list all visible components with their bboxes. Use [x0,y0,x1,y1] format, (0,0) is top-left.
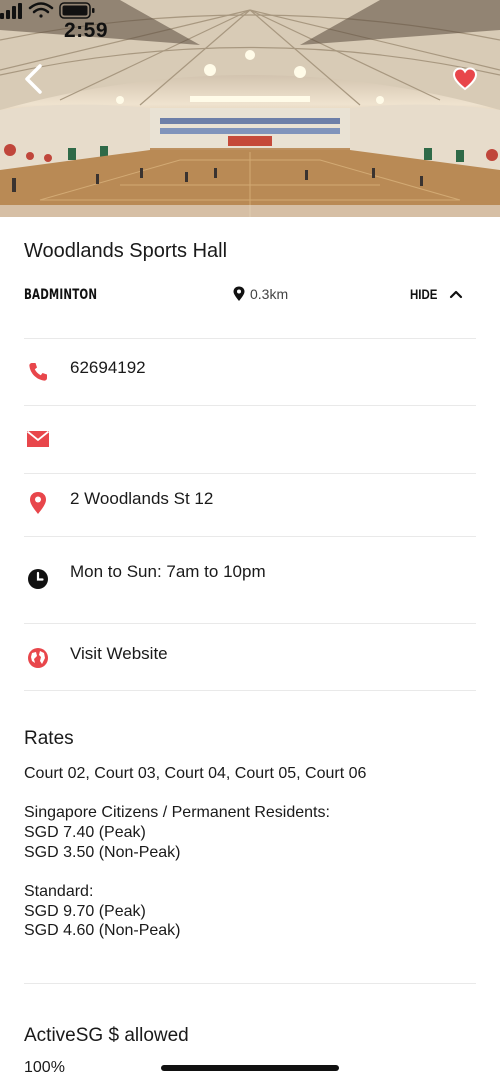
opening-hours-text: Mon to Sun: 7am to 10pm [70,562,266,581]
distance-value: 0.3km [250,286,289,302]
clock-icon [24,565,52,593]
citizens-offpeak-rate: SGD 3.50 (Non-Peak) [24,844,181,861]
phone-icon [24,358,52,386]
divider [24,405,476,406]
hide-label: HIDE [410,286,438,302]
wifi-icon [28,2,54,18]
divider [24,473,476,474]
sport-category: BADMINTON [24,287,98,303]
venue-name: Woodlands Sports Hall [24,240,228,262]
divider [24,690,476,691]
phone-row[interactable]: 62694192 [24,358,476,386]
favorite-button[interactable] [452,66,478,92]
divider [24,338,476,339]
battery-icon [59,2,95,19]
divider [24,623,476,624]
location-pin-icon [233,286,245,301]
venue-photo: 2:59 [0,0,500,217]
standard-rate-heading: Standard: [24,883,94,900]
rates-courts: Court 02, Court 03, Court 04, Court 05, … [24,765,367,782]
opening-hours-row: Mon to Sun: 7am to 10pm [24,562,476,593]
divider [24,983,476,984]
rates-heading: Rates [24,728,74,749]
citizens-peak-rate: SGD 7.40 (Peak) [24,824,146,841]
website-row[interactable]: Visit Website [24,644,476,672]
chevron-left-icon [25,64,42,94]
heart-icon [452,67,478,91]
standard-offpeak-rate: SGD 4.60 (Non-Peak) [24,922,181,939]
globe-icon [24,644,52,672]
mail-icon [24,425,52,453]
status-bar-time: 2:59 [64,19,109,42]
distance-label: 0.3km [232,286,288,302]
standard-peak-rate: SGD 9.70 (Peak) [24,903,146,920]
cellular-signal-icon [0,3,22,19]
citizens-rate-heading: Singapore Citizens / Permanent Residents… [24,804,330,821]
back-button[interactable] [18,62,52,96]
chevron-up-icon [450,290,463,299]
home-indicator[interactable] [161,1065,339,1071]
hide-toggle-button[interactable]: HIDE [410,286,463,302]
venue-meta-row: BADMINTON 0.3km HIDE [24,284,476,308]
activesg-heading: ActiveSG $ allowed [24,1025,189,1046]
map-pin-icon [24,489,52,517]
phone-number: 62694192 [70,358,146,377]
email-row[interactable] [24,425,476,453]
activesg-value: 100% [24,1059,65,1076]
visit-website-link[interactable]: Visit Website [70,644,168,664]
address-row[interactable]: 2 Woodlands St 12 [24,489,476,517]
status-bar-icons [0,2,95,19]
divider [24,536,476,537]
address-text: 2 Woodlands St 12 [70,489,214,508]
